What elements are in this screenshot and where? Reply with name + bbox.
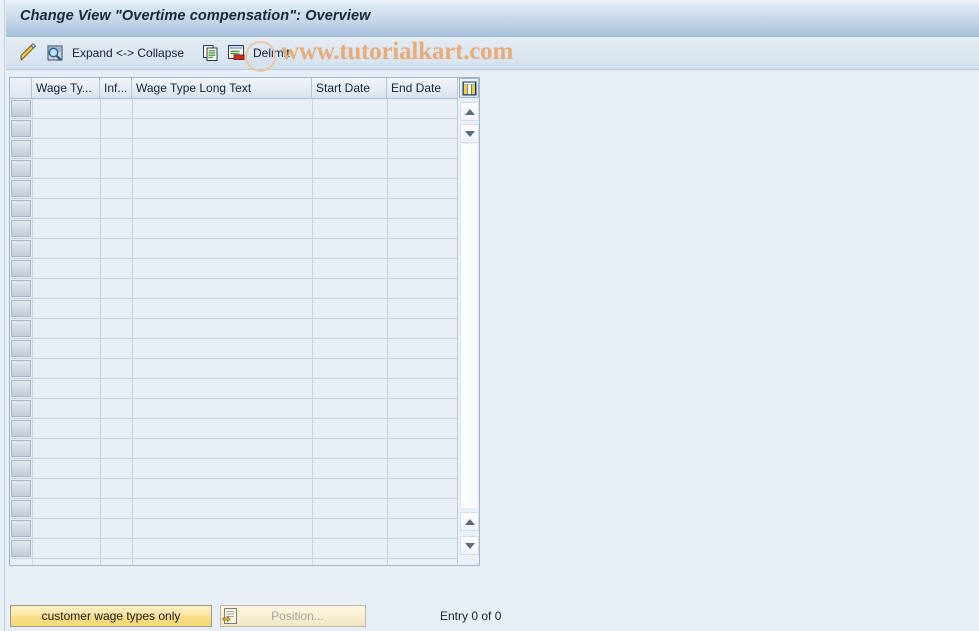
- scroll-down-button[interactable]: [460, 536, 479, 555]
- title-bar: Change View "Overtime compensation": Ove…: [6, 0, 979, 37]
- application-toolbar: Expand <-> Collapse Delimit: [6, 37, 979, 70]
- row-select-cell[interactable]: [11, 220, 31, 237]
- pencil-icon: [17, 42, 39, 64]
- table-row[interactable]: [10, 279, 479, 299]
- delimit-button[interactable]: Delimit: [253, 42, 290, 64]
- column-separator: [32, 99, 33, 565]
- row-select-cell[interactable]: [11, 340, 31, 357]
- table-row[interactable]: [10, 299, 479, 319]
- table-row[interactable]: [10, 219, 479, 239]
- details-button[interactable]: [44, 42, 66, 64]
- page-up-icon: [464, 518, 475, 525]
- row-select-cell[interactable]: [11, 480, 31, 497]
- row-select-cell[interactable]: [11, 460, 31, 477]
- table-header-end-date[interactable]: End Date: [387, 78, 457, 98]
- table-row[interactable]: [10, 119, 479, 139]
- table-row[interactable]: [10, 439, 479, 459]
- delimit-label: Delimit: [253, 46, 290, 60]
- row-select-cell[interactable]: [11, 240, 31, 257]
- row-select-cell[interactable]: [11, 360, 31, 377]
- table-row[interactable]: [10, 139, 479, 159]
- table-header-long-text[interactable]: Wage Type Long Text: [132, 78, 312, 98]
- expand-collapse-label: Expand <-> Collapse: [72, 46, 185, 60]
- row-select-cell[interactable]: [11, 120, 31, 137]
- row-select-cell[interactable]: [11, 280, 31, 297]
- row-select-cell[interactable]: [11, 520, 31, 537]
- row-select-cell[interactable]: [11, 440, 31, 457]
- column-separator: [387, 99, 388, 565]
- page-down-icon: [464, 542, 475, 549]
- row-select-cell[interactable]: [11, 420, 31, 437]
- table-row[interactable]: [10, 379, 479, 399]
- table-row[interactable]: [10, 399, 479, 419]
- table-row[interactable]: [10, 319, 479, 339]
- table-header-wage-type[interactable]: Wage Ty...: [32, 78, 100, 98]
- row-select-cell[interactable]: [11, 200, 31, 217]
- row-select-cell[interactable]: [11, 260, 31, 277]
- table-row[interactable]: [10, 339, 479, 359]
- page-down-button[interactable]: [460, 512, 479, 531]
- table-row[interactable]: [10, 459, 479, 479]
- table-row[interactable]: [10, 419, 479, 439]
- copy-icon: [200, 42, 222, 64]
- sap-window: Change View "Overtime compensation": Ove…: [0, 0, 979, 631]
- row-select-cell[interactable]: [11, 180, 31, 197]
- customer-wage-types-only-button[interactable]: customer wage types only: [10, 605, 212, 627]
- row-select-cell[interactable]: [11, 400, 31, 417]
- table-row[interactable]: [10, 519, 479, 539]
- row-select-cell[interactable]: [11, 300, 31, 317]
- table-header-row: Wage Ty... Inf... Wage Type Long Text St…: [10, 78, 479, 99]
- table-header-infotype[interactable]: Inf...: [100, 78, 132, 98]
- expand-collapse-button[interactable]: Expand <-> Collapse: [72, 42, 184, 64]
- table-header-select-all[interactable]: [10, 78, 32, 98]
- delimit-icon: [225, 42, 247, 64]
- row-select-cell[interactable]: [11, 540, 31, 557]
- delimit-icon-button[interactable]: [225, 42, 247, 64]
- table-row[interactable]: [10, 539, 479, 559]
- table-row[interactable]: [10, 479, 479, 499]
- row-select-cell[interactable]: [11, 140, 31, 157]
- wage-type-table: Wage Ty... Inf... Wage Type Long Text St…: [9, 77, 480, 566]
- table-row[interactable]: [10, 259, 479, 279]
- row-select-cell[interactable]: [11, 100, 31, 117]
- scroll-track[interactable]: [460, 144, 479, 508]
- table-header-start-date[interactable]: Start Date: [312, 78, 387, 98]
- scroll-down-icon: [464, 130, 475, 137]
- window-left-edge: [0, 0, 5, 631]
- table-row[interactable]: [10, 359, 479, 379]
- table-row[interactable]: [10, 99, 479, 119]
- scroll-up-button[interactable]: [460, 102, 479, 121]
- table-row[interactable]: [10, 199, 479, 219]
- column-separator: [312, 99, 313, 565]
- customer-wage-types-only-label: customer wage types only: [41, 609, 181, 623]
- display-change-button[interactable]: [17, 42, 39, 64]
- table-row[interactable]: [10, 159, 479, 179]
- page-up-button[interactable]: [460, 124, 479, 143]
- table-body: [10, 99, 479, 565]
- column-separator: [100, 99, 101, 565]
- table-row[interactable]: [10, 179, 479, 199]
- copy-as-button[interactable]: [200, 42, 222, 64]
- row-select-cell[interactable]: [11, 160, 31, 177]
- row-select-cell[interactable]: [11, 320, 31, 337]
- entry-count-status: Entry 0 of 0: [440, 609, 502, 623]
- column-separator: [132, 99, 133, 565]
- position-button[interactable]: Position...: [220, 605, 366, 627]
- scroll-up-icon: [464, 108, 475, 115]
- column-config-icon[interactable]: [459, 78, 479, 98]
- magnifier-document-icon: [44, 42, 66, 64]
- table-row[interactable]: [10, 499, 479, 519]
- position-label: Position...: [271, 609, 324, 623]
- table-scrollbar[interactable]: [457, 78, 479, 565]
- row-select-cell[interactable]: [11, 380, 31, 397]
- row-select-cell[interactable]: [11, 500, 31, 517]
- page-title: Change View "Overtime compensation": Ove…: [20, 8, 371, 24]
- table-row[interactable]: [10, 239, 479, 259]
- position-icon: [222, 607, 240, 625]
